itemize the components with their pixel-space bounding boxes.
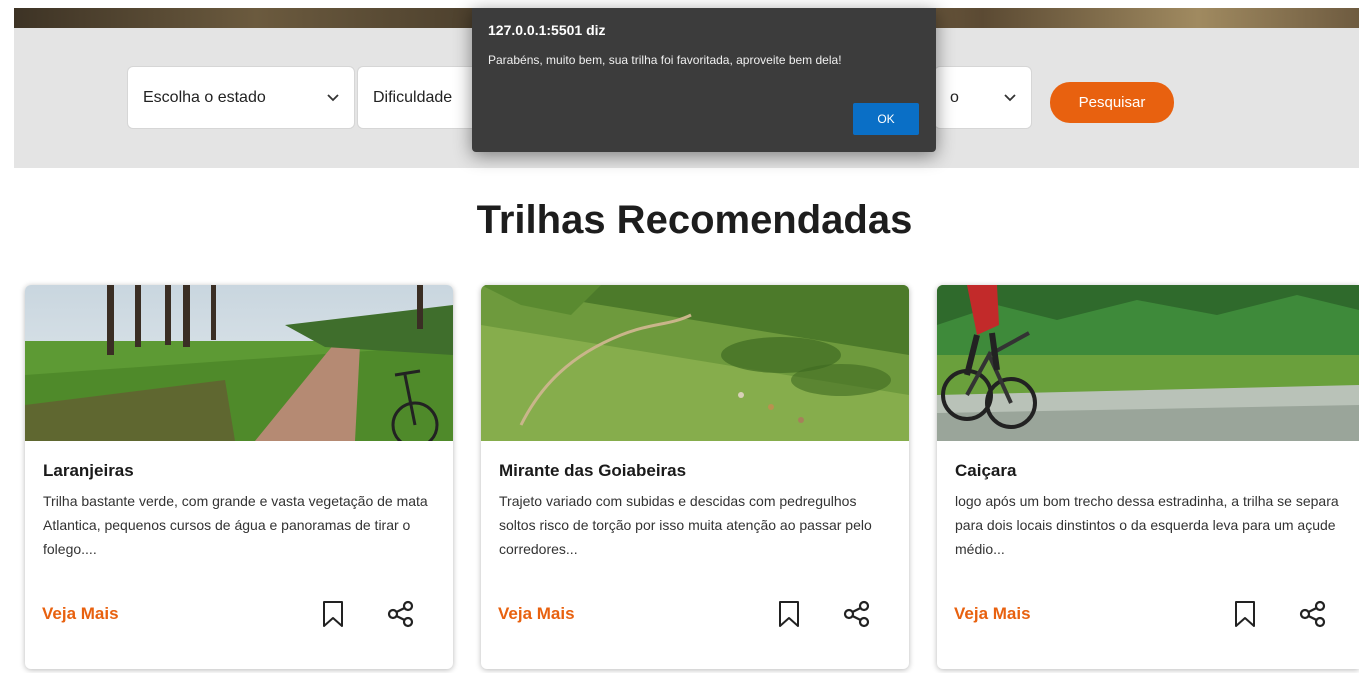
trail-photo-mirante-das-goiabeiras [481, 285, 909, 441]
estado-select-label: Escolha o estado [143, 88, 266, 106]
veja-mais-link[interactable]: Veja Mais [954, 604, 1031, 624]
third-select-label: o [950, 88, 959, 106]
dificuldade-select[interactable]: Dificuldade [357, 66, 487, 129]
share-icon[interactable] [1299, 600, 1327, 628]
card-description: Trilha bastante verde, com grande e vast… [43, 493, 428, 557]
chevron-down-icon [1004, 94, 1016, 102]
estado-select[interactable]: Escolha o estado [127, 66, 355, 129]
card-title: Mirante das Goiabeiras [499, 461, 687, 480]
alert-ok-button[interactable]: OK [853, 103, 919, 135]
dificuldade-select-label: Dificuldade [373, 88, 453, 106]
card-description: logo após um bom trecho dessa estradinha… [955, 493, 1339, 557]
bookmark-icon[interactable] [778, 600, 800, 628]
alert-origin: 127.0.0.1:5501 diz [488, 22, 606, 38]
card-description: Trajeto variado com subidas e descidas c… [499, 493, 872, 557]
card-title: Laranjeiras [43, 461, 134, 480]
trail-card: Caiçara logo após um bom trecho dessa es… [937, 285, 1359, 669]
trail-card: Laranjeiras Trilha bastante verde, com g… [25, 285, 453, 669]
pesquisar-button[interactable]: Pesquisar [1050, 82, 1174, 123]
trail-photo-caicara [937, 285, 1359, 441]
share-icon[interactable] [843, 600, 871, 628]
chevron-down-icon [327, 94, 339, 102]
trail-photo-laranjeiras [25, 285, 453, 441]
bookmark-icon[interactable] [322, 600, 344, 628]
veja-mais-link[interactable]: Veja Mais [498, 604, 575, 624]
card-title: Caiçara [955, 461, 1017, 480]
veja-mais-link[interactable]: Veja Mais [42, 604, 119, 624]
third-select[interactable]: o [934, 66, 1032, 129]
alert-dialog: 127.0.0.1:5501 diz Parabéns, muito bem, … [472, 8, 936, 152]
trail-card: Mirante das Goiabeiras Trajeto variado c… [481, 285, 909, 669]
bookmark-icon[interactable] [1234, 600, 1256, 628]
share-icon[interactable] [387, 600, 415, 628]
alert-message: Parabéns, muito bem, sua trilha foi favo… [488, 53, 842, 67]
page-title: Trilhas Recomendadas [476, 198, 913, 242]
